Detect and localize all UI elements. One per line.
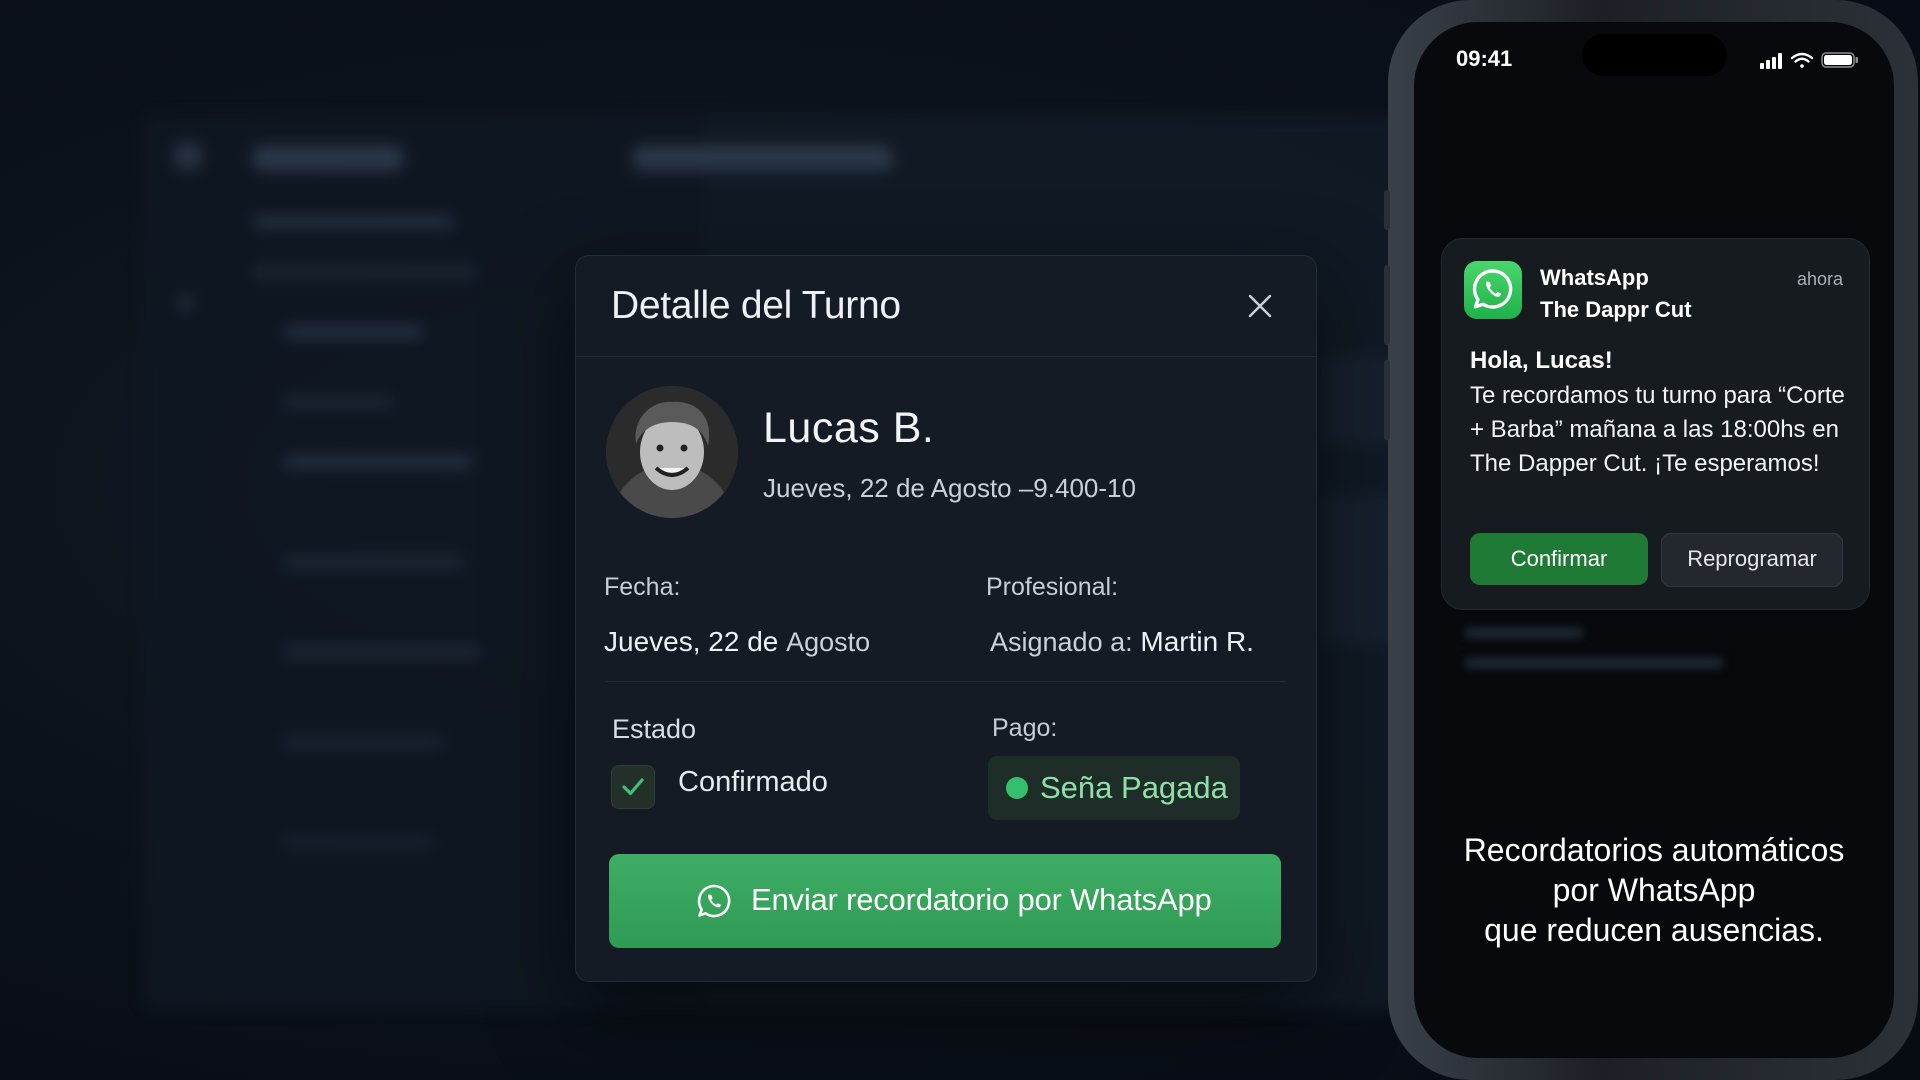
promo-tagline: Recordatorios automáticos por WhatsApp q…: [1414, 830, 1894, 950]
background-brand: [253, 145, 403, 171]
notification-body: Te recordamos tu turno para “Corte + Bar…: [1470, 382, 1845, 477]
notification-app-name: WhatsApp: [1540, 265, 1649, 290]
profesional-value: Asignado a: Martin R.: [990, 626, 1254, 658]
estado-label: Estado: [612, 714, 697, 744]
send-whatsapp-reminder-button[interactable]: Enviar recordatorio por WhatsApp: [609, 854, 1281, 948]
background-line: [283, 645, 483, 659]
background-dot: [179, 295, 193, 309]
background-logo: [173, 141, 203, 171]
close-icon: [1248, 294, 1272, 318]
avatar-portrait: [606, 386, 738, 518]
battery-icon: [1821, 52, 1858, 68]
signal-icon: [1760, 53, 1782, 69]
notification-time: ahora: [1796, 269, 1843, 289]
wifi-icon: [1790, 52, 1814, 68]
client-name: Lucas B.: [763, 404, 935, 452]
background-line: [283, 555, 463, 569]
close-button[interactable]: [1240, 286, 1280, 326]
background-line: [283, 455, 473, 469]
profesional-name: Martin R.: [1140, 626, 1254, 657]
payment-status-dot: [1006, 777, 1028, 799]
notification-greeting: Hola, Lucas!: [1470, 347, 1613, 374]
estado-checkbox[interactable]: [611, 765, 655, 809]
client-appointment-summary: Jueves, 22 de Agosto –9.400-10: [763, 473, 1136, 503]
estado-value: Confirmado: [678, 766, 828, 798]
phone-screen: 09:41 WhatsApp The Dappr Cut ahora Hola,…: [1414, 22, 1894, 1058]
fecha-label: Fecha:: [604, 573, 681, 601]
modal-title: Detalle del Turno: [611, 284, 901, 327]
phone-side-button: [1384, 265, 1390, 345]
check-icon: [622, 778, 644, 796]
appointment-modal: Detalle del Turno Lucas B. Jueves, 22 de…: [575, 255, 1317, 982]
fecha-value: Jueves, 22 de Agosto: [604, 626, 870, 658]
dynamic-island: [1582, 34, 1727, 76]
tagline-line-1: Recordatorios automáticos: [1463, 832, 1845, 868]
phone-side-button: [1384, 360, 1390, 440]
background-line: [283, 325, 423, 339]
profesional-prefix: Asignado a:: [990, 627, 1133, 657]
status-bar-time: 09:41: [1456, 46, 1513, 71]
fecha-value-month: Agosto: [786, 627, 871, 657]
profesional-label: Profesional:: [986, 573, 1119, 601]
background-line: [253, 265, 473, 279]
stage: Detalle del Turno Lucas B. Jueves, 22 de…: [0, 0, 1920, 1080]
background-line: [283, 395, 393, 409]
tagline-line-3: que reducen ausencias.: [1484, 912, 1824, 948]
modal-header: Detalle del Turno: [576, 256, 1316, 357]
background-line: [253, 215, 453, 229]
whatsapp-app-icon: [1464, 261, 1522, 319]
status-icons: [1760, 52, 1858, 69]
background-line: [283, 835, 433, 849]
whatsapp-notification[interactable]: WhatsApp The Dappr Cut ahora Hola, Lucas…: [1441, 238, 1870, 610]
payment-status-badge: Seña Pagada: [988, 756, 1240, 820]
tagline-line-2: por WhatsApp: [1552, 872, 1756, 908]
reschedule-button[interactable]: Reprogramar: [1661, 533, 1843, 587]
notification-sender: The Dappr Cut: [1540, 297, 1692, 322]
pago-label: Pago:: [992, 714, 1058, 742]
confirm-button[interactable]: Confirmar: [1470, 533, 1648, 585]
section-divider: [606, 681, 1286, 682]
whatsapp-icon: [1472, 269, 1513, 309]
fecha-value-main: Jueves, 22 de: [604, 626, 779, 657]
background-line: [283, 735, 443, 749]
whatsapp-icon: [697, 884, 731, 918]
send-whatsapp-reminder-label: Enviar recordatorio por WhatsApp: [751, 882, 1212, 917]
phone-side-button: [1384, 190, 1390, 230]
payment-status-text: Seña Pagada: [1040, 770, 1228, 805]
background-heading: [633, 145, 893, 171]
client-avatar: [606, 386, 738, 518]
blurred-background-content: [1464, 627, 1794, 687]
